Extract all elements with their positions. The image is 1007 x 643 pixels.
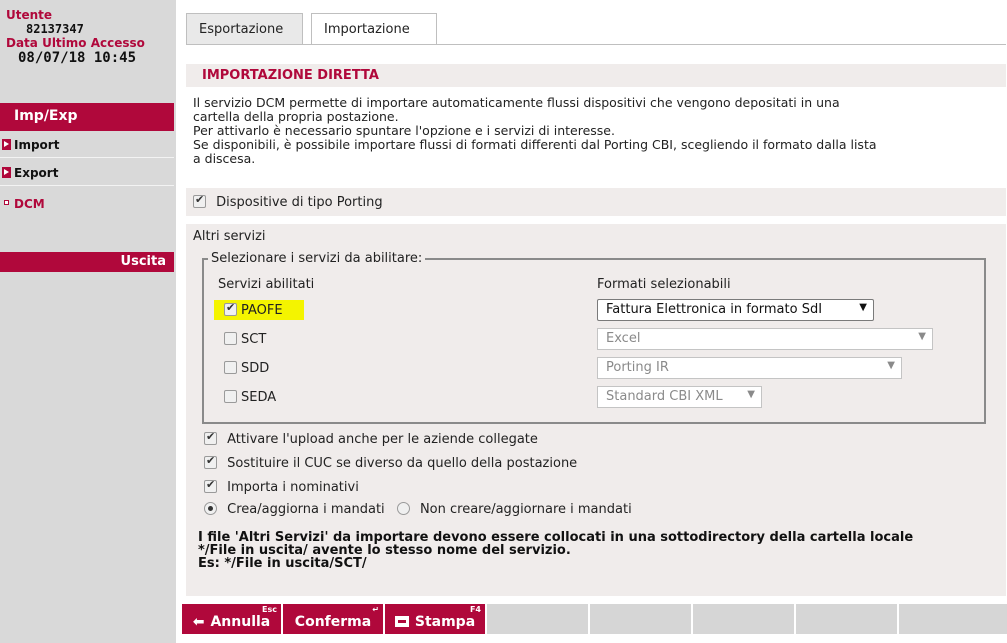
arrow-right-icon bbox=[2, 139, 11, 150]
empty-button-slot bbox=[487, 604, 590, 634]
format-select-sct[interactable]: Excel ▼ bbox=[597, 328, 933, 350]
format-select-paofe[interactable]: Fattura Elettronica in formato SdI ▼ bbox=[597, 299, 874, 321]
info-note: I file 'Altri Servizi' da importare devo… bbox=[198, 531, 913, 570]
radio-label: Non creare/aggiornare i mandati bbox=[419, 502, 632, 517]
back-arrow-icon: ⬅ bbox=[192, 614, 205, 630]
conferma-button[interactable]: ↵ Conferma bbox=[283, 604, 385, 634]
intro-line: cartella della propria postazione. bbox=[193, 109, 399, 124]
button-label: Conferma bbox=[294, 614, 372, 630]
tab-importazione[interactable]: Importazione bbox=[311, 13, 437, 45]
intro-line: Se disponibili, è possibile importare fl… bbox=[193, 137, 877, 152]
user-label: Utente bbox=[6, 8, 53, 22]
service-label: SCT bbox=[241, 332, 267, 347]
col-services-header: Servizi abilitati bbox=[218, 277, 315, 292]
service-checkbox[interactable] bbox=[224, 332, 237, 345]
service-seda: SEDA bbox=[224, 390, 276, 405]
square-bullet-icon bbox=[4, 200, 9, 205]
intro-line: a discesa. bbox=[193, 151, 256, 166]
format-select-sdd[interactable]: Porting IR ▼ bbox=[597, 357, 902, 379]
service-checkbox[interactable] bbox=[224, 390, 237, 403]
chevron-down-icon: ▼ bbox=[887, 360, 895, 371]
radio-non-creare-mandati[interactable] bbox=[396, 502, 410, 515]
service-checkbox[interactable] bbox=[224, 301, 237, 316]
porting-checkbox[interactable] bbox=[193, 193, 206, 208]
select-value: Excel bbox=[606, 331, 641, 346]
exit-button[interactable]: Uscita bbox=[0, 252, 174, 272]
service-sdd: SDD bbox=[224, 361, 269, 376]
note-line: Es: */File in uscita/SCT/ bbox=[198, 556, 367, 571]
service-label: PAOFE bbox=[241, 303, 283, 318]
select-value: Porting IR bbox=[606, 360, 669, 375]
last-access-value: 08/07/18 10:45 bbox=[18, 50, 137, 66]
option-label: Sostituire il CUC se diverso da quello d… bbox=[227, 456, 578, 471]
last-access-label: Data Ultimo Accesso bbox=[6, 36, 145, 50]
services-legend: Selezionare i servizi da abilitare: bbox=[208, 251, 426, 266]
service-label: SDD bbox=[241, 361, 270, 376]
empty-button-slot bbox=[590, 604, 693, 634]
col-formats-header: Formati selezionabili bbox=[597, 277, 731, 292]
service-checkbox[interactable] bbox=[224, 361, 237, 374]
sidebar-item-label: Export bbox=[14, 166, 59, 180]
radio-label: Crea/aggiorna i mandati bbox=[227, 502, 385, 517]
printer-icon bbox=[394, 616, 409, 627]
intro-line: Il servizio DCM permette di importare au… bbox=[193, 95, 840, 110]
option-label: Importa i nominativi bbox=[227, 480, 359, 495]
select-value: Fattura Elettronica in formato SdI bbox=[606, 302, 823, 317]
service-sct: SCT bbox=[224, 332, 266, 347]
annulla-button[interactable]: Esc ⬅ Annulla bbox=[182, 604, 283, 634]
sidebar: Utente 82137347 Data Ultimo Accesso 08/0… bbox=[0, 0, 176, 643]
format-select-seda[interactable]: Standard CBI XML ▼ bbox=[597, 386, 762, 408]
porting-label: Dispositive di tipo Porting bbox=[216, 195, 383, 210]
sidebar-item-label: DCM bbox=[14, 197, 45, 211]
section-title: IMPORTAZIONE DIRETTA bbox=[186, 64, 1006, 87]
intro-text: Il servizio DCM permette di importare au… bbox=[193, 96, 1001, 166]
porting-row: Dispositive di tipo Porting bbox=[186, 188, 1006, 216]
select-value: Standard CBI XML bbox=[606, 389, 723, 404]
option-label: Attivare l'upload anche per le aziende c… bbox=[227, 432, 538, 447]
option-checkbox[interactable] bbox=[204, 454, 217, 469]
button-label: Stampa bbox=[414, 614, 476, 630]
sidebar-item-import[interactable]: Import bbox=[0, 133, 174, 158]
empty-button-slot bbox=[693, 604, 796, 634]
option-checkbox[interactable] bbox=[204, 478, 217, 493]
service-label: SEDA bbox=[241, 390, 277, 405]
chevron-down-icon: ▼ bbox=[859, 302, 867, 313]
option-checkbox[interactable] bbox=[204, 430, 217, 445]
sidebar-section-title: Imp/Exp bbox=[0, 103, 174, 131]
sidebar-item-export[interactable]: Export bbox=[0, 161, 174, 186]
sidebar-item-dcm[interactable]: DCM bbox=[0, 192, 174, 217]
option-nominativi: Importa i nominativi bbox=[204, 478, 359, 495]
empty-button-slot bbox=[796, 604, 899, 634]
action-bar: Esc ⬅ Annulla ↵ Conferma F4 Stampa bbox=[182, 604, 1007, 634]
option-cuc: Sostituire il CUC se diverso da quello d… bbox=[204, 454, 578, 471]
user-id: 82137347 bbox=[26, 22, 84, 36]
stampa-button[interactable]: F4 Stampa bbox=[385, 604, 487, 634]
chevron-down-icon: ▼ bbox=[918, 331, 926, 342]
sidebar-item-label: Import bbox=[14, 138, 60, 152]
mandati-radio-group: Crea/aggiorna i mandati Non creare/aggio… bbox=[204, 502, 632, 517]
arrow-right-icon bbox=[2, 167, 11, 178]
shortcut-key: ↵ bbox=[372, 605, 379, 614]
tab-divider bbox=[186, 44, 1006, 45]
service-paofe: PAOFE bbox=[224, 301, 283, 318]
intro-line: Per attivarlo è necessario spuntare l'op… bbox=[193, 123, 615, 138]
empty-button-slot bbox=[899, 604, 1007, 634]
user-info: Utente 82137347 Data Ultimo Accesso 08/0… bbox=[0, 0, 176, 66]
tab-esportazione[interactable]: Esportazione bbox=[186, 13, 303, 45]
chevron-down-icon: ▼ bbox=[747, 389, 755, 400]
shortcut-key: Esc bbox=[262, 605, 277, 614]
option-upload: Attivare l'upload anche per le aziende c… bbox=[204, 430, 538, 447]
radio-crea-mandati[interactable] bbox=[204, 502, 217, 515]
altri-servizi-title: Altri servizi bbox=[193, 229, 266, 244]
shortcut-key: F4 bbox=[469, 605, 481, 614]
button-label: Annulla bbox=[210, 614, 271, 630]
